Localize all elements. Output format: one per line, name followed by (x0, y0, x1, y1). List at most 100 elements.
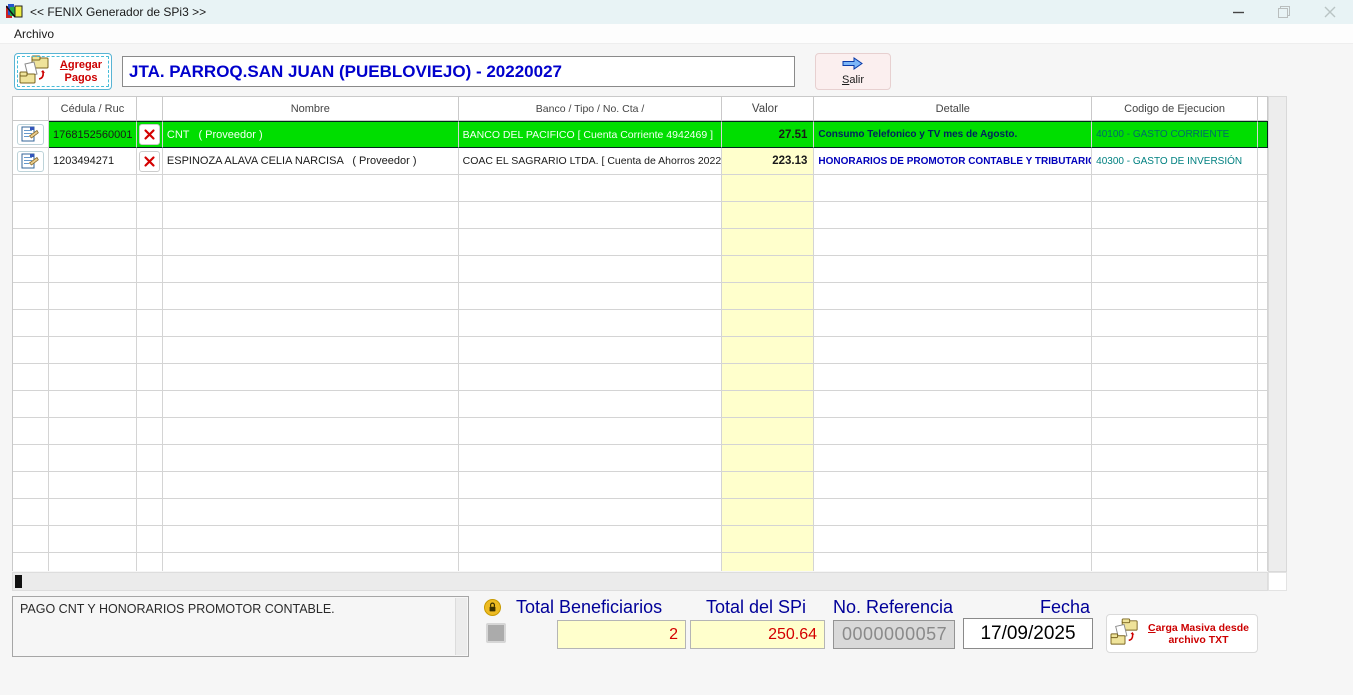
cell-spacer (1258, 445, 1268, 472)
cell-cedula (49, 364, 137, 391)
table-row-empty (13, 553, 1268, 571)
cell-nombre[interactable]: CNT ( Proveedor ) (163, 121, 459, 148)
cell-codigo (1092, 256, 1258, 283)
cell-nombre[interactable]: ESPINOZA ALAVA CELIA NARCISA ( Proveedor… (163, 148, 459, 175)
table-row-empty (13, 229, 1268, 256)
cell-spacer (1258, 202, 1268, 229)
memo-scrollbar[interactable] (455, 598, 467, 655)
cell-cedula (49, 175, 137, 202)
row-edit-cell (13, 229, 49, 256)
window-title: << FENIX Generador de SPi3 >> (30, 5, 206, 19)
cell-valor[interactable]: 27.51 (722, 121, 814, 148)
cell-codigo[interactable]: 40300 - GASTO DE INVERSIÓN (1092, 148, 1258, 175)
table-row-empty (13, 526, 1268, 553)
table-row-empty (13, 175, 1268, 202)
cell-spacer (1258, 337, 1268, 364)
cell-banco (459, 553, 723, 571)
cell-nombre (163, 202, 459, 229)
cell-codigo (1092, 472, 1258, 499)
cell-cedula (49, 391, 137, 418)
table-row-empty (13, 418, 1268, 445)
cell-spacer (1258, 553, 1268, 571)
cell-cedula[interactable]: 1768152560001 (49, 121, 137, 148)
carga-masiva-button[interactable]: Carga Masiva desde archivo TXT (1106, 614, 1258, 653)
folders-icon (1110, 618, 1140, 649)
minimize-button[interactable] (1215, 0, 1261, 24)
row-edit-cell (13, 337, 49, 364)
cell-codigo (1092, 202, 1258, 229)
cell-detalle (814, 175, 1092, 202)
cell-nombre (163, 472, 459, 499)
maximize-button[interactable] (1261, 0, 1307, 24)
delete-row-button[interactable] (139, 124, 160, 145)
cell-spacer (1258, 499, 1268, 526)
cell-codigo (1092, 418, 1258, 445)
cell-valor (722, 445, 814, 472)
delete-row-button[interactable] (139, 151, 160, 172)
payment-memo-textarea[interactable] (12, 596, 469, 657)
row-delete-cell (137, 499, 163, 526)
cell-cedula (49, 418, 137, 445)
cell-detalle (814, 472, 1092, 499)
menu-bar: Archivo (0, 24, 1353, 44)
cell-banco[interactable]: BANCO DEL PACIFICO [ Cuenta Corriente 49… (459, 121, 723, 148)
cell-detalle (814, 499, 1092, 526)
edit-row-button[interactable] (17, 151, 44, 172)
table-row-empty (13, 391, 1268, 418)
row-edit-cell (13, 148, 49, 175)
row-edit-cell (13, 283, 49, 310)
cell-detalle[interactable]: HONORARIOS DE PROMOTOR CONTABLE Y TRIBUT… (814, 148, 1092, 175)
agregar-pagos-button[interactable]: Agregar Pagos (14, 53, 112, 90)
cell-codigo[interactable]: 40100 - GASTO CORRIENTE (1092, 121, 1258, 148)
lock-icon[interactable] (484, 599, 501, 616)
table-header-detalle: Detalle (814, 97, 1092, 121)
cell-valor (722, 337, 814, 364)
entity-name-input[interactable] (122, 56, 795, 87)
scrollbar-corner (1268, 572, 1287, 591)
cell-banco (459, 418, 723, 445)
cell-banco (459, 175, 723, 202)
vertical-scrollbar[interactable] (1268, 96, 1287, 572)
cell-detalle[interactable]: Consumo Telefonico y TV mes de Agosto. (814, 121, 1092, 148)
row-delete-cell (137, 148, 163, 175)
cell-banco[interactable]: COAC EL SAGRARIO LTDA. [ Cuenta de Ahorr… (459, 148, 723, 175)
horizontal-scrollbar-thumb[interactable] (15, 575, 22, 588)
cell-codigo (1092, 553, 1258, 571)
menu-item-archivo[interactable]: Archivo (10, 25, 58, 43)
row-delete-cell (137, 553, 163, 571)
table-row-empty (13, 283, 1268, 310)
salir-button[interactable]: Salir (815, 53, 891, 90)
cell-codigo (1092, 445, 1258, 472)
cell-cedula (49, 283, 137, 310)
cell-nombre (163, 283, 459, 310)
cell-banco (459, 256, 723, 283)
table-header-spacer (1258, 97, 1268, 121)
cell-detalle (814, 337, 1092, 364)
table-header-cedula: Cédula / Ruc (49, 97, 137, 121)
cell-cedula (49, 499, 137, 526)
exit-arrow-icon (842, 57, 864, 73)
cell-nombre (163, 175, 459, 202)
cell-valor (722, 418, 814, 445)
fecha-value[interactable]: 17/09/2025 (963, 618, 1093, 649)
cell-cedula[interactable]: 1203494271 (49, 148, 137, 175)
cell-codigo (1092, 499, 1258, 526)
row-edit-cell (13, 202, 49, 229)
cell-valor[interactable]: 223.13 (722, 148, 814, 175)
cell-nombre (163, 526, 459, 553)
row-delete-cell (137, 310, 163, 337)
cell-valor (722, 283, 814, 310)
cell-valor (722, 256, 814, 283)
gray-square-button[interactable] (486, 623, 506, 643)
table-header-valor: Valor (722, 97, 814, 121)
horizontal-scrollbar[interactable] (12, 572, 1268, 591)
edit-row-button[interactable] (17, 124, 44, 145)
cell-detalle (814, 445, 1092, 472)
total-spi-value: 250.64 (690, 620, 825, 649)
close-button[interactable] (1307, 0, 1353, 24)
cell-spacer (1258, 256, 1268, 283)
cell-banco (459, 337, 723, 364)
payments-table: Cédula / Ruc Nombre Banco / Tipo / No. C… (12, 96, 1268, 571)
row-edit-cell (13, 418, 49, 445)
cell-spacer (1258, 418, 1268, 445)
